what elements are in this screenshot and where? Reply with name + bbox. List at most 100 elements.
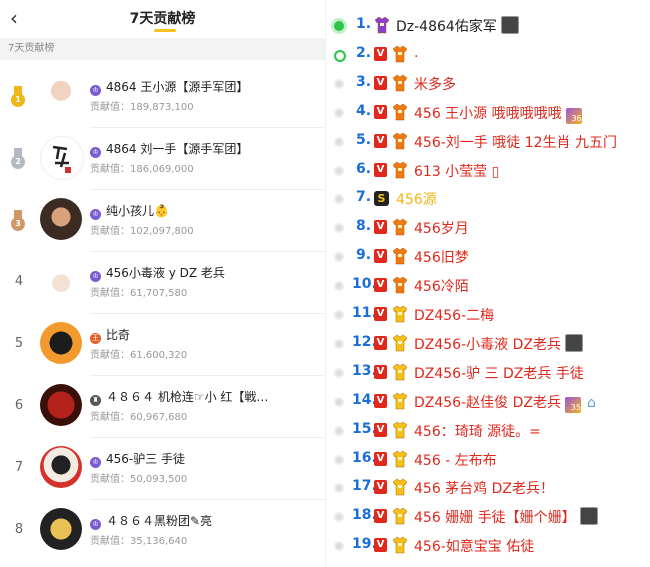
ranking-row[interactable]: 16. V 456 - 左布布: [326, 446, 650, 475]
avatar[interactable]: [40, 446, 82, 488]
ranking-user-name[interactable]: 456冷陌: [414, 276, 469, 296]
gift-shirt-icon: [392, 45, 408, 63]
user-name-text: 4864 刘一手【源手军团】: [106, 142, 249, 156]
user-name[interactable]: 王比奇: [90, 326, 130, 344]
ranking-row[interactable]: 6. V 613 小莹莹 ▯: [326, 157, 650, 186]
leaderboard-row[interactable]: 4 ♔ 456小毒液 y DZ 老兵 贡献值：61,707,580: [0, 252, 325, 314]
user-name[interactable]: ♜ ４８６４ 机枪连☞小 红【戦…: [90, 388, 268, 406]
ranking-user-name[interactable]: 456-刘一手 哦徒 12生肖 九五门: [414, 132, 617, 152]
vip-v-badge-icon: V: [374, 220, 387, 235]
contribution-label: 贡献值：: [90, 536, 130, 547]
ranking-row[interactable]: 1. Dz-4864佑家军: [326, 12, 650, 41]
ranking-row[interactable]: 10. V 456冷陌: [326, 272, 650, 301]
ranking-row[interactable]: 12. V DZ456-小毒液 DZ老兵: [326, 330, 650, 359]
ranking-row[interactable]: 17. V 456 茅台鸡 DZ老兵！: [326, 474, 650, 503]
ranking-user-name[interactable]: 456 茅台鸡 DZ老兵！: [414, 478, 554, 498]
ranking-user-name[interactable]: DZ456-二梅: [414, 305, 494, 325]
ranking-row[interactable]: 2. V.: [326, 41, 650, 70]
leaderboard-row[interactable]: 8 ♔ ４８６４黑粉团✎亮 贡献值：35,136,640: [0, 500, 325, 562]
user-level-badge-icon: ♔: [90, 147, 101, 158]
ranking-user-name[interactable]: 米多多: [414, 74, 456, 94]
avatar[interactable]: [40, 508, 82, 550]
ranking-row[interactable]: 11. V DZ456-二梅: [326, 301, 650, 330]
status-dot-icon: [334, 49, 346, 62]
vip-v-badge-icon: V: [374, 104, 387, 119]
ranking-row[interactable]: 7. S 456源: [326, 185, 650, 214]
ranking-user-name[interactable]: DZ456-赵佳俊 DZ老兵 35 ⌂: [414, 392, 596, 413]
ranking-row[interactable]: 4. V 456 王小源 哦哦哦哦哦 36: [326, 99, 650, 128]
contribution-list-panel: ‹ 7天贡献榜 7天贡献榜 1 ♔ 4864 王小源【源手军团】 贡献值：189,87…: [0, 0, 325, 567]
user-name[interactable]: ♔ 4864 王小源【源手军团】: [90, 78, 248, 96]
ranking-user-name[interactable]: 456 王小源 哦哦哦哦哦 36: [414, 103, 582, 124]
ranking-user-name[interactable]: 456旧梦: [414, 247, 469, 267]
ranking-user-text: 456 姗姗 手徒【姗个姗】: [414, 510, 576, 527]
ranking-user-name[interactable]: Dz-4864佑家军: [396, 16, 519, 36]
gift-shirt-icon: [392, 161, 408, 179]
ranking-row[interactable]: 14. V DZ456-赵佳俊 DZ老兵 35 ⌂: [326, 388, 650, 417]
contribution-label: 贡献值：: [90, 288, 130, 299]
status-dot-icon: [334, 107, 344, 118]
vip-v-badge-icon: V: [374, 162, 387, 177]
avatar[interactable]: [40, 198, 82, 240]
ranking-user-name[interactable]: 456 姗姗 手徒【姗个姗】: [414, 507, 598, 527]
leaderboard-row[interactable]: 2 ♔ 4864 刘一手【源手军团】 贡献值：186,069,000: [0, 128, 325, 190]
avatar[interactable]: [40, 384, 82, 426]
ranking-user-name[interactable]: 456 - 左布布: [414, 450, 497, 470]
gift-shirt-icon: [392, 247, 408, 265]
user-level-badge-icon: ♜: [90, 395, 101, 406]
rank-medal-icon: 1: [10, 86, 26, 108]
leaderboard-row[interactable]: 3 ♔ 纯小孩儿👶 贡献值：102,097,800: [0, 190, 325, 252]
ranking-user-text: 456：琦琦 源徒。=: [414, 423, 541, 440]
ranking-row[interactable]: 15. V 456：琦琦 源徒。=: [326, 417, 650, 446]
user-name[interactable]: ♔ 456小毒液 y DZ 老兵: [90, 264, 225, 282]
user-level-badge-icon: ♔: [90, 519, 101, 530]
leaderboard-row[interactable]: 6 ♜ ４８６４ 机枪连☞小 红【戦… 贡献值：60,967,680: [0, 376, 325, 438]
ranking-user-name[interactable]: 456岁月: [414, 218, 469, 238]
ranking-row[interactable]: 5. V 456-刘一手 哦徒 12生肖 九五门: [326, 128, 650, 157]
vip-v-badge-icon: V: [374, 307, 387, 321]
ranking-user-name[interactable]: .: [414, 45, 418, 61]
ranking-user-text: DZ456-赵佳俊 DZ老兵: [414, 394, 561, 411]
rank-number: 9.: [356, 247, 372, 264]
user-name-text: 456-驴三 手徒: [106, 452, 186, 466]
ranking-user-text: 456 茅台鸡 DZ老兵！: [414, 481, 554, 498]
rank-medal-icon: 2: [10, 148, 26, 170]
ranking-row[interactable]: 8. V 456岁月: [326, 214, 650, 243]
tag-badge-icon: 36: [565, 107, 582, 124]
ranking-user-name[interactable]: 456-如意宝宝 佑徒: [414, 536, 534, 556]
avatar[interactable]: [40, 322, 82, 364]
vip-v-badge-icon: V: [374, 249, 387, 264]
leaderboard-row[interactable]: 5 王比奇 贡献值：61,600,320: [0, 314, 325, 376]
gift-shirt-icon: [392, 218, 408, 236]
user-name[interactable]: ♔ 纯小孩儿👶: [90, 202, 169, 220]
ranking-row[interactable]: 13. V DZ456-驴 三 DZ老兵 手徒: [326, 359, 650, 388]
ranking-user-name[interactable]: 613 小莹莹 ▯: [414, 161, 499, 181]
ranking-user-name[interactable]: DZ456-小毒液 DZ老兵: [414, 333, 583, 354]
ranking-row[interactable]: 18. V 456 姗姗 手徒【姗个姗】: [326, 503, 650, 532]
vip-v-badge-icon: V: [374, 393, 387, 408]
tag-badge-icon: 35: [564, 396, 581, 413]
user-name[interactable]: ♔ 4864 刘一手【源手军团】: [90, 140, 248, 158]
ranking-user-name[interactable]: DZ456-驴 三 DZ老兵 手徒: [414, 363, 584, 383]
user-name[interactable]: ♔ ４８６４黑粉团✎亮: [90, 512, 212, 530]
avatar[interactable]: [40, 136, 84, 180]
rank-number: 5: [14, 336, 24, 351]
user-name-text: ４８６４黑粉团✎亮: [106, 514, 213, 528]
ranking-row[interactable]: 3. V 米多多: [326, 70, 650, 99]
contribution-amount: 60,967,680: [130, 412, 188, 423]
rank-number: 7.: [356, 189, 372, 206]
avatar[interactable]: [40, 260, 82, 302]
avatar[interactable]: [40, 74, 82, 116]
gift-shirt-icon: [392, 276, 408, 294]
leaderboard-row[interactable]: 1 ♔ 4864 王小源【源手军团】 贡献值：189,873,100: [0, 66, 325, 128]
ranking-user-name[interactable]: 456：琦琦 源徒。=: [414, 421, 541, 441]
status-dot-icon: [334, 396, 344, 407]
ranking-row[interactable]: 9. V 456旧梦: [326, 243, 650, 272]
user-name[interactable]: ♔ 456-驴三 手徒: [90, 450, 185, 468]
status-dot-icon: [334, 483, 344, 494]
ranking-row[interactable]: 19. V 456-如意宝宝 佑徒: [326, 532, 650, 561]
leaderboard-row[interactable]: 7 ♔ 456-驴三 手徒 贡献值：50,093,500: [0, 438, 325, 500]
ranking-user-text: Dz-4864佑家军: [396, 19, 497, 35]
ranking-user-name[interactable]: 456源: [396, 189, 437, 209]
contribution-label: 贡献值：: [90, 412, 130, 423]
